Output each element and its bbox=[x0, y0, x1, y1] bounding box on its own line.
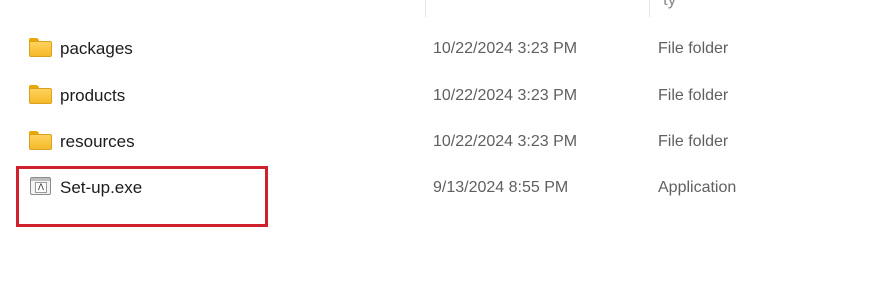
column-header-strip: ty bbox=[0, 0, 869, 18]
application-icon: Λ bbox=[29, 177, 53, 197]
folder-icon bbox=[29, 131, 53, 151]
file-name: Set-up.exe bbox=[60, 178, 143, 197]
file-type: File folder bbox=[658, 87, 729, 104]
column-divider-type[interactable] bbox=[649, 0, 650, 17]
file-row-packages[interactable]: packages 10/22/2024 3:23 PM File folder bbox=[0, 26, 869, 72]
file-date-modified: 10/22/2024 3:23 PM bbox=[433, 40, 578, 57]
file-date-modified: 10/22/2024 3:23 PM bbox=[433, 87, 578, 104]
file-date-modified: 10/22/2024 3:23 PM bbox=[433, 133, 578, 150]
file-type: File folder bbox=[658, 40, 729, 57]
file-row-products[interactable]: products 10/22/2024 3:23 PM File folder bbox=[0, 73, 869, 119]
file-date-modified: 9/13/2024 8:55 PM bbox=[433, 179, 569, 196]
column-header-type-fragment[interactable]: ty bbox=[663, 0, 676, 9]
file-type: File folder bbox=[658, 133, 729, 150]
file-type: Application bbox=[658, 179, 737, 196]
file-row-setup-exe[interactable]: Λ Set-up.exe 9/13/2024 8:55 PM Applicati… bbox=[0, 165, 869, 211]
file-name: packages bbox=[60, 39, 133, 58]
file-row-resources[interactable]: resources 10/22/2024 3:23 PM File folder bbox=[0, 119, 869, 165]
column-divider-date[interactable] bbox=[425, 0, 426, 17]
file-name: products bbox=[60, 86, 126, 105]
folder-icon bbox=[29, 85, 53, 105]
file-name: resources bbox=[60, 132, 135, 151]
folder-icon bbox=[29, 38, 53, 58]
